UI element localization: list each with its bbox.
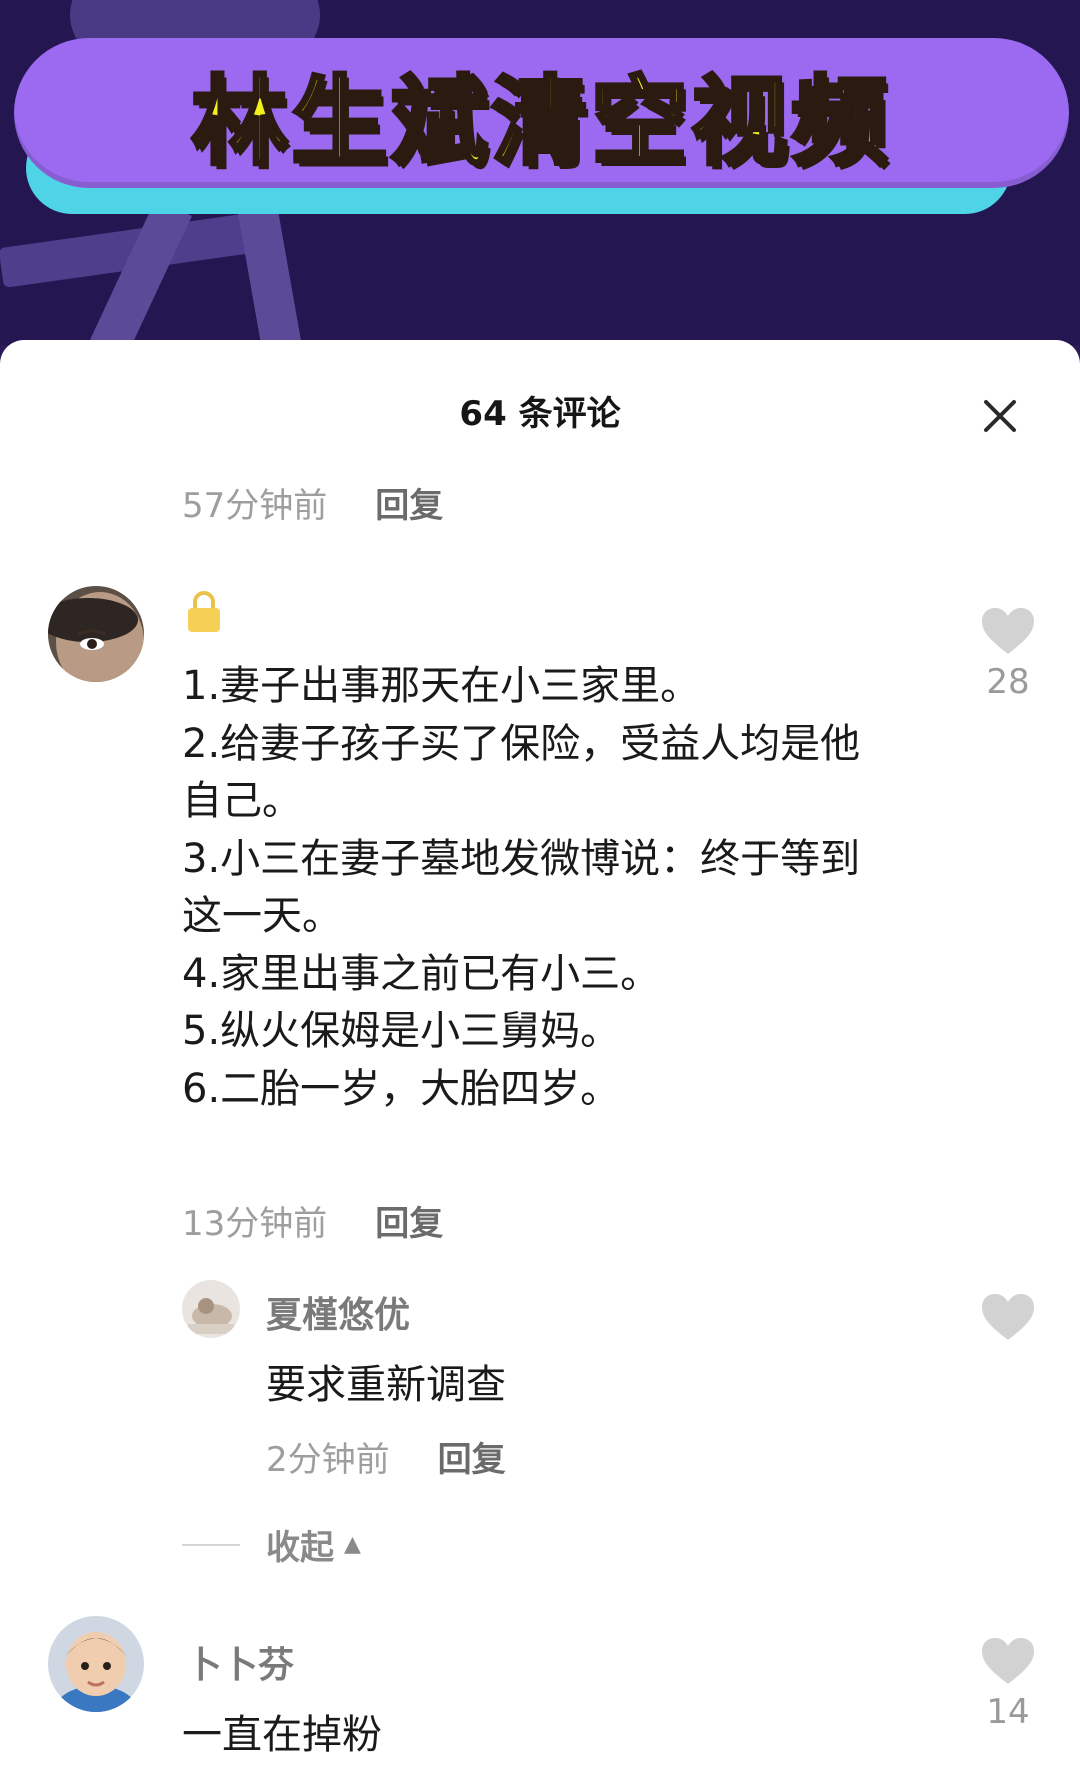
comment-meta: 13分钟前 回复 (182, 1196, 443, 1245)
heart-icon (982, 608, 1034, 654)
heart-icon (982, 1294, 1034, 1340)
comment-time: 2分钟前 (266, 1440, 390, 1480)
like-button[interactable]: 28 (978, 606, 1038, 702)
like-count: 14 (986, 1692, 1030, 1732)
avatar[interactable] (48, 586, 144, 682)
comment-time: 13分钟前 (182, 1204, 328, 1244)
comments-header: 64 条评论 (0, 340, 1080, 440)
comment-count-title: 64 条评论 (459, 394, 621, 434)
avatar[interactable] (48, 1616, 144, 1712)
comment-line: 6.二胎一岁，大胎四岁。 (182, 1065, 621, 1112)
previous-comment-meta: 57分钟前 回复 (182, 478, 443, 527)
comments-panel: 64 条评论 57分钟前 回复 1.妻子出事那天在小三家里。 2.给妻子孩子买了… (0, 340, 1080, 1774)
comment-line: 自己。 (182, 778, 302, 824)
reply-button[interactable]: 回复 (375, 478, 443, 527)
comment-time: 57分钟前 (182, 486, 328, 526)
close-icon (984, 400, 1016, 432)
collapse-replies-button[interactable]: 收起 ▲ (182, 1520, 361, 1569)
collapse-label: 收起 (266, 1528, 334, 1568)
comment-line: 1.妻子出事那天在小三家里。 (182, 663, 701, 709)
comment-text: 1.妻子出事那天在小三家里。 2.给妻子孩子买了保险，受益人均是他 自己。 3.… (182, 658, 952, 1118)
reply-button[interactable]: 回复 (438, 1432, 506, 1481)
avatar-image (182, 1280, 240, 1338)
like-count: 28 (986, 662, 1030, 702)
lock-icon (188, 591, 220, 632)
video-title: 林生斌清空视频 (190, 64, 892, 180)
close-button[interactable] (978, 394, 1022, 438)
heart-icon (982, 1638, 1034, 1684)
reply-text: 要求重新调查 (266, 1362, 506, 1408)
comment-line: 5.纵火保姆是小三舅妈。 (182, 1008, 621, 1054)
comment-line: 这一天。 (182, 893, 342, 939)
reply-avatar[interactable] (182, 1280, 240, 1338)
reply-meta: 2分钟前 回复 (266, 1432, 506, 1481)
video-preview[interactable]: 林生斌清空视频 (0, 0, 1080, 345)
video-title-banner: 林生斌清空视频 (14, 38, 1069, 188)
avatar-image (48, 586, 144, 682)
avatar-image (48, 1616, 144, 1712)
background-decoration (236, 197, 304, 345)
divider (182, 1543, 240, 1546)
comment-username[interactable]: 卜卜芬 (186, 1636, 294, 1688)
comment-line: 4.家里出事之前已有小三。 (182, 950, 661, 997)
comment-text: 一直在掉粉 (182, 1712, 382, 1758)
reply-username[interactable]: 夏槿悠优 (266, 1286, 410, 1338)
reply-button[interactable]: 回复 (375, 1196, 443, 1245)
caret-up-icon: ▲ (344, 1532, 361, 1557)
comment-line: 3.小三在妻子墓地发微博说：终于等到 (182, 835, 861, 882)
like-button[interactable] (978, 1292, 1038, 1346)
like-button[interactable]: 14 (978, 1636, 1038, 1732)
comment-line: 2.给妻子孩子买了保险，受益人均是他 (182, 720, 861, 767)
